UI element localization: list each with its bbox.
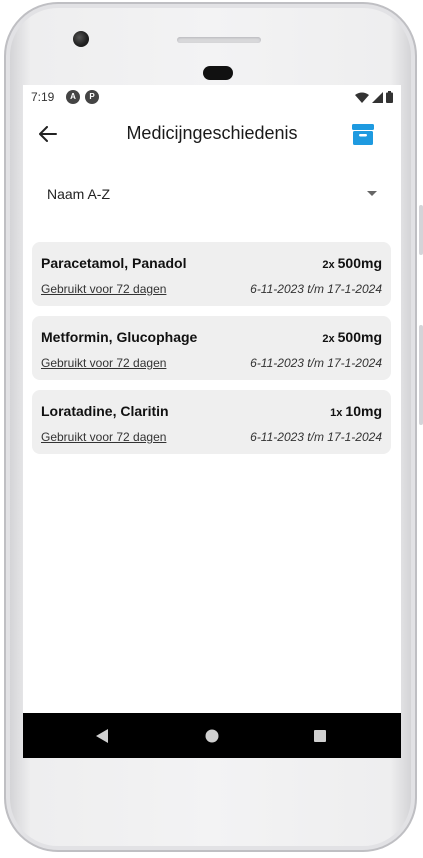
medication-name: Paracetamol, Panadol xyxy=(41,255,187,271)
medication-date-range: 6-11-2023 t/m 17-1-2024 xyxy=(250,356,382,370)
page-title: Medicijngeschiedenis xyxy=(126,123,298,143)
medication-name: Loratadine, Claritin xyxy=(41,403,169,419)
medication-list: Paracetamol, Panadol 2x 500mg Gebruikt vo… xyxy=(32,242,391,464)
recents-square-icon xyxy=(314,730,326,742)
usage-duration-link[interactable]: Gebruikt voor 72 dagen xyxy=(41,282,166,296)
medication-dosage: 2x 500mg xyxy=(322,329,382,345)
dose-frequency: 1x xyxy=(330,407,343,419)
nav-home-button[interactable] xyxy=(201,725,223,747)
volume-button xyxy=(419,205,423,255)
arrow-left-icon xyxy=(39,126,57,142)
signal-icon xyxy=(372,91,383,103)
medication-card[interactable]: Loratadine, Claritin 1x 10mg Gebruikt voo… xyxy=(32,390,391,454)
dose-amount: 500mg xyxy=(337,255,382,271)
back-button[interactable] xyxy=(35,121,61,147)
dose-frequency: 2x xyxy=(322,333,335,345)
dose-amount: 10mg xyxy=(345,403,382,419)
front-camera xyxy=(73,31,89,47)
usage-duration-link[interactable]: Gebruikt voor 72 dagen xyxy=(41,430,166,444)
status-indicators xyxy=(355,91,393,103)
back-triangle-icon xyxy=(96,729,108,743)
app-screen: 7:19 A P Medicijngeschiedenis Naam A-Z P… xyxy=(23,85,401,758)
status-time: 7:19 xyxy=(31,90,55,104)
home-circle-icon xyxy=(205,729,219,743)
status-bar: 7:19 A P xyxy=(23,85,401,109)
medication-date-range: 6-11-2023 t/m 17-1-2024 xyxy=(250,430,382,444)
medication-dosage: 2x 500mg xyxy=(322,255,382,271)
medication-card[interactable]: Metformin, Glucophage 2x 500mg Gebruikt v… xyxy=(32,316,391,380)
nav-recents-button[interactable] xyxy=(309,725,331,747)
chevron-down-icon xyxy=(367,191,377,196)
notification-p-icon: P xyxy=(85,90,99,104)
power-button xyxy=(419,325,423,425)
archive-button[interactable] xyxy=(351,122,377,148)
medication-date-range: 6-11-2023 t/m 17-1-2024 xyxy=(250,282,382,296)
proximity-sensor xyxy=(203,66,233,80)
earpiece-speaker xyxy=(177,37,261,43)
notification-a-icon: A xyxy=(66,90,80,104)
nav-back-button[interactable] xyxy=(91,725,113,747)
app-bar: Medicijngeschiedenis xyxy=(23,109,401,161)
battery-icon xyxy=(386,91,393,103)
medication-name: Metformin, Glucophage xyxy=(41,329,198,345)
sort-dropdown[interactable]: Naam A-Z xyxy=(47,183,377,207)
usage-duration-link[interactable]: Gebruikt voor 72 dagen xyxy=(41,356,166,370)
system-nav-bar xyxy=(23,713,401,758)
archive-icon xyxy=(352,124,374,145)
wifi-icon xyxy=(355,92,369,103)
sort-selected-value: Naam A-Z xyxy=(47,186,111,202)
dose-amount: 500mg xyxy=(337,329,382,345)
medication-dosage: 1x 10mg xyxy=(330,403,382,419)
medication-card[interactable]: Paracetamol, Panadol 2x 500mg Gebruikt vo… xyxy=(32,242,391,306)
dose-frequency: 2x xyxy=(322,259,335,271)
